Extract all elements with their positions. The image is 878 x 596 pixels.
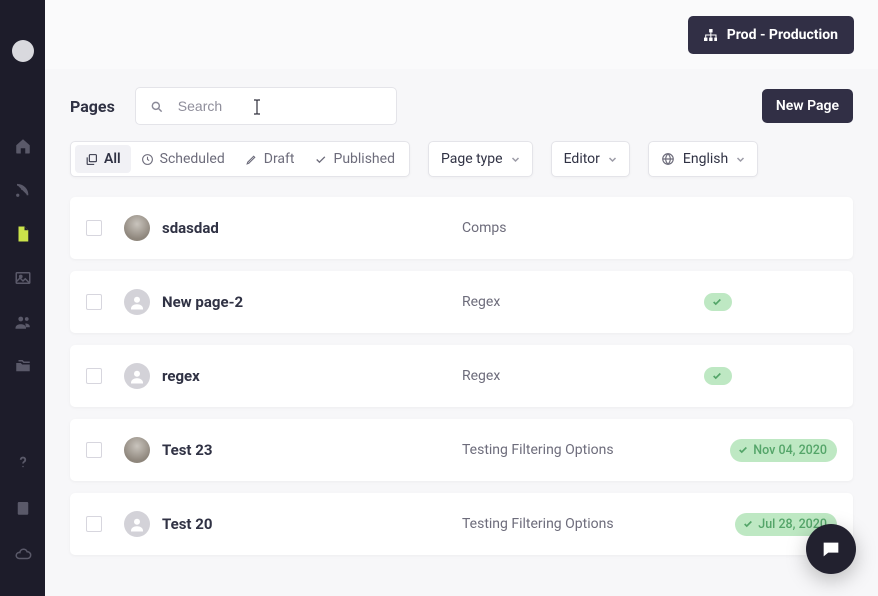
published-badge — [704, 367, 732, 385]
table-row[interactable]: regex Regex Nov 05, 2020 — [70, 345, 853, 407]
users-icon[interactable] — [13, 314, 33, 330]
controls-row: Pages New Page — [45, 69, 878, 141]
globe-icon — [661, 152, 675, 166]
chevron-down-icon — [736, 155, 745, 164]
status-badges: Nov 05, 2020 — [704, 291, 837, 314]
page-type-label: Page type — [441, 151, 503, 167]
profile-avatar[interactable] — [12, 40, 34, 62]
check-icon — [743, 519, 753, 529]
tab-scheduled[interactable]: Scheduled — [131, 145, 235, 173]
tab-all[interactable]: All — [75, 145, 131, 173]
pages-icon[interactable] — [13, 226, 33, 242]
scheduled-date: Nov 05, 2020 — [753, 369, 827, 384]
page-type-dropdown[interactable]: Page type — [428, 141, 533, 177]
row-checkbox[interactable] — [86, 442, 102, 458]
new-page-button[interactable]: New Page — [762, 89, 853, 123]
chat-icon — [820, 538, 842, 560]
page-name: Test 20 — [162, 515, 462, 533]
editor-label: Editor — [564, 151, 600, 167]
page-type: Comps — [462, 220, 837, 236]
author-avatar — [124, 437, 150, 463]
author-avatar — [124, 363, 150, 389]
environment-label: Prod - Production — [727, 27, 838, 43]
table-row[interactable]: New page-2 Regex Nov 05, 2020 — [70, 271, 853, 333]
sitemap-icon — [704, 29, 718, 41]
search-icon — [150, 99, 164, 113]
help-icon[interactable] — [13, 454, 33, 470]
scheduled-date: Nov 05, 2020 — [753, 295, 827, 310]
table-row[interactable]: Test 23 Testing Filtering Options Nov 04… — [70, 419, 853, 481]
tab-scheduled-label: Scheduled — [160, 151, 225, 167]
environment-selector[interactable]: Prod - Production — [688, 16, 854, 54]
page-type: Testing Filtering Options — [462, 442, 730, 458]
tab-all-label: All — [104, 151, 121, 167]
published-badge: Nov 04, 2020 — [730, 439, 837, 462]
pages-list: sdasdad Comps New page-2 Regex Nov — [45, 197, 878, 555]
folders-icon[interactable] — [13, 358, 33, 374]
page-name: New page-2 — [162, 293, 462, 311]
chat-fab[interactable] — [806, 524, 856, 574]
topbar: Prod - Production — [45, 0, 878, 69]
page-title: Pages — [70, 97, 115, 116]
sidebar — [0, 0, 45, 596]
check-icon — [712, 371, 722, 381]
tab-draft[interactable]: Draft — [235, 145, 305, 173]
page-type: Testing Filtering Options — [462, 516, 735, 532]
filters-row: All Scheduled Draft Published Page type — [45, 141, 878, 197]
row-checkbox[interactable] — [86, 368, 102, 384]
table-row[interactable]: Test 20 Testing Filtering Options Jul 28… — [70, 493, 853, 555]
chevron-down-icon — [608, 155, 617, 164]
cloud-icon[interactable] — [13, 546, 33, 562]
check-icon — [738, 445, 748, 455]
search-box[interactable] — [135, 87, 397, 125]
page-type: Regex — [462, 294, 704, 310]
author-avatar — [124, 215, 150, 241]
row-checkbox[interactable] — [86, 294, 102, 310]
language-dropdown[interactable]: English — [648, 141, 758, 177]
published-date: Nov 04, 2020 — [753, 443, 827, 458]
table-row[interactable]: sdasdad Comps — [70, 197, 853, 259]
main-panel: Prod - Production Pages New Page A — [45, 0, 878, 596]
page-name: sdasdad — [162, 219, 462, 237]
docs-icon[interactable] — [13, 500, 33, 516]
page-name: regex — [162, 367, 462, 385]
pencil-icon — [738, 371, 748, 381]
author-avatar — [124, 511, 150, 537]
row-checkbox[interactable] — [86, 516, 102, 532]
media-icon[interactable] — [13, 270, 33, 286]
status-filter-tabs: All Scheduled Draft Published — [70, 141, 410, 177]
page-type: Regex — [462, 368, 704, 384]
editor-dropdown[interactable]: Editor — [551, 141, 630, 177]
chevron-down-icon — [511, 155, 520, 164]
tab-draft-label: Draft — [264, 151, 295, 167]
scheduled-badge: Nov 05, 2020 — [726, 291, 837, 314]
blog-icon[interactable] — [13, 182, 33, 198]
search-input[interactable] — [176, 97, 382, 115]
home-icon[interactable] — [13, 138, 33, 154]
pencil-icon — [738, 297, 748, 307]
row-checkbox[interactable] — [86, 220, 102, 236]
language-label: English — [683, 151, 728, 167]
status-badges: Nov 04, 2020 — [730, 439, 837, 462]
scheduled-badge: Nov 05, 2020 — [726, 365, 837, 388]
author-avatar — [124, 289, 150, 315]
status-badges: Nov 05, 2020 — [704, 365, 837, 388]
check-icon — [712, 297, 722, 307]
page-name: Test 23 — [162, 441, 462, 459]
tab-published-label: Published — [333, 151, 394, 167]
tab-published[interactable]: Published — [304, 145, 404, 173]
published-badge — [704, 293, 732, 311]
